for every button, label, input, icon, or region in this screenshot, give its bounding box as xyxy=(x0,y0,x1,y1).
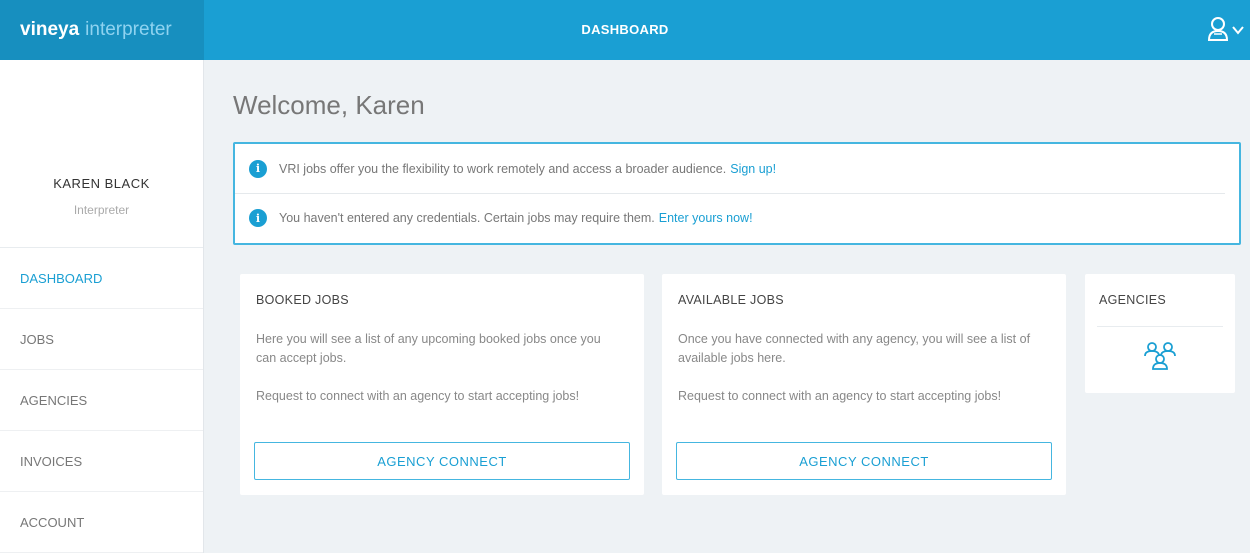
agency-connect-button[interactable]: AGENCY CONNECT xyxy=(676,442,1052,480)
agency-connect-button[interactable]: AGENCY CONNECT xyxy=(254,442,630,480)
brand-name-bold: vineya xyxy=(20,19,80,40)
alert-panel: i VRI jobs offer you the flexibility to … xyxy=(233,142,1241,245)
info-icon: i xyxy=(249,209,267,227)
alert-text: VRI jobs offer you the flexibility to wo… xyxy=(279,161,727,176)
card-hint: Request to connect with an agency to sta… xyxy=(678,389,1002,403)
alert-vri: i VRI jobs offer you the flexibility to … xyxy=(235,144,1239,193)
brand-name-light: interpreter xyxy=(85,19,172,40)
page-title: Welcome, Karen xyxy=(233,90,425,120)
card-title: BOOKED JOBS xyxy=(256,293,349,307)
sidebar-item-invoices[interactable]: INVOICES xyxy=(0,431,203,492)
agencies-card: AGENCIES xyxy=(1085,274,1235,393)
booked-jobs-card: BOOKED JOBS Here you will see a list of … xyxy=(240,274,644,495)
enter-credentials-link[interactable]: Enter yours now! xyxy=(659,211,753,225)
card-title: AGENCIES xyxy=(1099,293,1166,307)
top-bar: vineya interpreter DASHBOARD xyxy=(0,0,1250,60)
card-title: AVAILABLE JOBS xyxy=(678,293,784,307)
user-menu-button[interactable] xyxy=(1206,14,1244,48)
card-hint: Request to connect with an agency to sta… xyxy=(256,389,580,403)
sidebar-item-jobs[interactable]: JOBS xyxy=(0,309,203,370)
sidebar-item-account[interactable]: ACCOUNT xyxy=(0,492,203,553)
divider xyxy=(1097,326,1223,327)
sign-up-link[interactable]: Sign up! xyxy=(730,162,776,176)
alert-text: You haven't entered any credentials. Cer… xyxy=(279,211,655,225)
profile-name: KAREN BLACK xyxy=(53,176,150,191)
chevron-down-icon xyxy=(1232,22,1244,40)
sidebar-item-dashboard[interactable]: DASHBOARD xyxy=(0,248,203,309)
sidebar: KAREN BLACK Interpreter DASHBOARD JOBS A… xyxy=(0,60,204,553)
card-description: Here you will see a list of any upcoming… xyxy=(256,332,601,365)
brand-logo[interactable]: vineya interpreter xyxy=(0,0,204,60)
profile-section: KAREN BLACK Interpreter xyxy=(0,60,203,248)
card-description: Once you have connected with any agency,… xyxy=(678,332,1031,365)
alert-credentials: i You haven't entered any credentials. C… xyxy=(235,193,1225,242)
info-icon: i xyxy=(249,159,267,178)
profile-role: Interpreter xyxy=(73,203,130,217)
agency-group-icon[interactable] xyxy=(1142,340,1178,377)
available-jobs-card: AVAILABLE JOBS Once you have connected w… xyxy=(662,274,1066,495)
user-icon xyxy=(1206,16,1230,47)
sidebar-item-agencies[interactable]: AGENCIES xyxy=(0,370,203,431)
